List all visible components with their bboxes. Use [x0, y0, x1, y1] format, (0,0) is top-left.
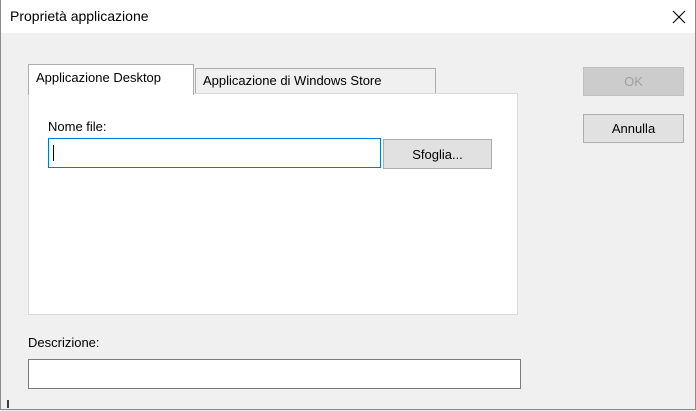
- description-input[interactable]: [28, 359, 521, 389]
- description-label: Descrizione:: [28, 335, 100, 350]
- title-bar: Proprietà applicazione: [1, 0, 695, 33]
- text-caret: [53, 145, 54, 161]
- tab-panel-desktop: Nome file: Sfoglia...: [28, 93, 518, 315]
- application-properties-dialog: Proprietà applicazione Applicazione Desk…: [0, 0, 696, 410]
- file-name-label: Nome file:: [48, 119, 107, 134]
- close-icon: [672, 10, 686, 24]
- close-button[interactable]: [665, 4, 693, 30]
- tab-windows-store-application[interactable]: Applicazione di Windows Store: [195, 68, 436, 95]
- ok-button[interactable]: OK: [583, 67, 684, 96]
- cancel-button[interactable]: Annulla: [583, 114, 684, 143]
- tab-desktop-application[interactable]: Applicazione Desktop: [28, 64, 194, 95]
- window-title: Proprietà applicazione: [10, 8, 149, 24]
- browse-button[interactable]: Sfoglia...: [383, 139, 492, 169]
- window-edge-marker: [7, 400, 9, 408]
- file-name-input[interactable]: [48, 138, 381, 168]
